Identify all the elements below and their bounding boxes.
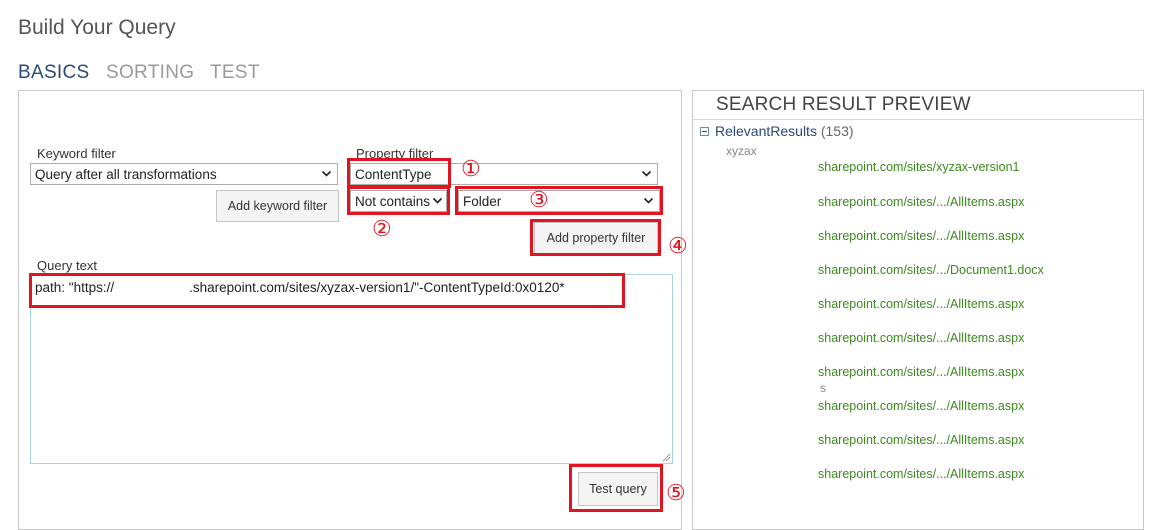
callout-1: ① — [461, 156, 481, 181]
keyword-filter-select[interactable]: Query after all transformations — [30, 163, 338, 185]
property-value-select[interactable]: Folder — [458, 190, 660, 212]
keyword-filter-value: Query after all transformations — [35, 167, 217, 182]
property-filter-select[interactable]: ContentType — [350, 163, 658, 185]
operator-value: Not contains — [355, 194, 431, 209]
result-link[interactable]: sharepoint.com/sites/.../AllItems.aspx — [818, 229, 1024, 243]
result-link[interactable]: sharepoint.com/sites/xyzax-version1 — [818, 160, 1019, 174]
query-text-label: Query text — [37, 258, 97, 273]
callout-2: ② — [372, 216, 392, 241]
result-link[interactable]: sharepoint.com/sites/.../AllItems.aspx — [818, 195, 1024, 209]
property-filter-label: Property filter — [356, 146, 434, 161]
result-group-name: RelevantResults — [715, 123, 817, 139]
preview-divider — [693, 119, 1143, 120]
callout-5: ⑤ — [666, 480, 686, 505]
result-link[interactable]: sharepoint.com/sites/.../AllItems.aspx — [818, 467, 1024, 481]
query-text-area[interactable] — [30, 274, 673, 464]
result-group-count: (153) — [820, 123, 854, 139]
result-group-header[interactable]: RelevantResults (153) — [715, 123, 854, 139]
result-sub-label: xyzax — [726, 144, 757, 158]
collapse-icon[interactable] — [700, 127, 709, 136]
chevron-down-icon — [321, 170, 332, 177]
resize-grip-icon[interactable] — [661, 452, 671, 462]
result-link[interactable]: sharepoint.com/sites/.../AllItems.aspx — [818, 433, 1024, 447]
query-text-value: path: "https:// .sharepoint.com/sites/xy… — [35, 280, 565, 295]
tab-test[interactable]: TEST — [210, 62, 260, 84]
property-filter-value: ContentType — [355, 167, 432, 182]
result-link[interactable]: sharepoint.com/sites/.../AllItems.aspx — [818, 399, 1024, 413]
result-link[interactable]: sharepoint.com/sites/.../AllItems.aspx — [818, 365, 1024, 379]
operator-select[interactable]: Not contains — [350, 190, 447, 212]
tab-basics[interactable]: BASICS — [18, 62, 90, 84]
tab-sorting[interactable]: SORTING — [106, 62, 194, 84]
callout-4: ④ — [668, 233, 688, 258]
preview-title: SEARCH RESULT PREVIEW — [716, 94, 971, 115]
property-value: Folder — [463, 194, 502, 209]
callout-3: ③ — [529, 187, 549, 212]
chevron-down-icon — [641, 170, 652, 177]
test-query-button[interactable]: Test query — [578, 472, 658, 506]
page-title: Build Your Query — [18, 16, 176, 39]
result-link[interactable]: sharepoint.com/sites/.../Document1.docx — [818, 263, 1044, 277]
truncated-text: s — [820, 381, 826, 395]
result-link[interactable]: sharepoint.com/sites/.../AllItems.aspx — [818, 297, 1024, 311]
result-link[interactable]: sharepoint.com/sites/.../AllItems.aspx — [818, 331, 1024, 345]
keyword-filter-label: Keyword filter — [37, 146, 116, 161]
add-keyword-filter-button[interactable]: Add keyword filter — [216, 190, 339, 222]
chevron-down-icon — [643, 197, 654, 204]
chevron-down-icon — [432, 197, 443, 204]
add-property-filter-button[interactable]: Add property filter — [534, 222, 658, 254]
